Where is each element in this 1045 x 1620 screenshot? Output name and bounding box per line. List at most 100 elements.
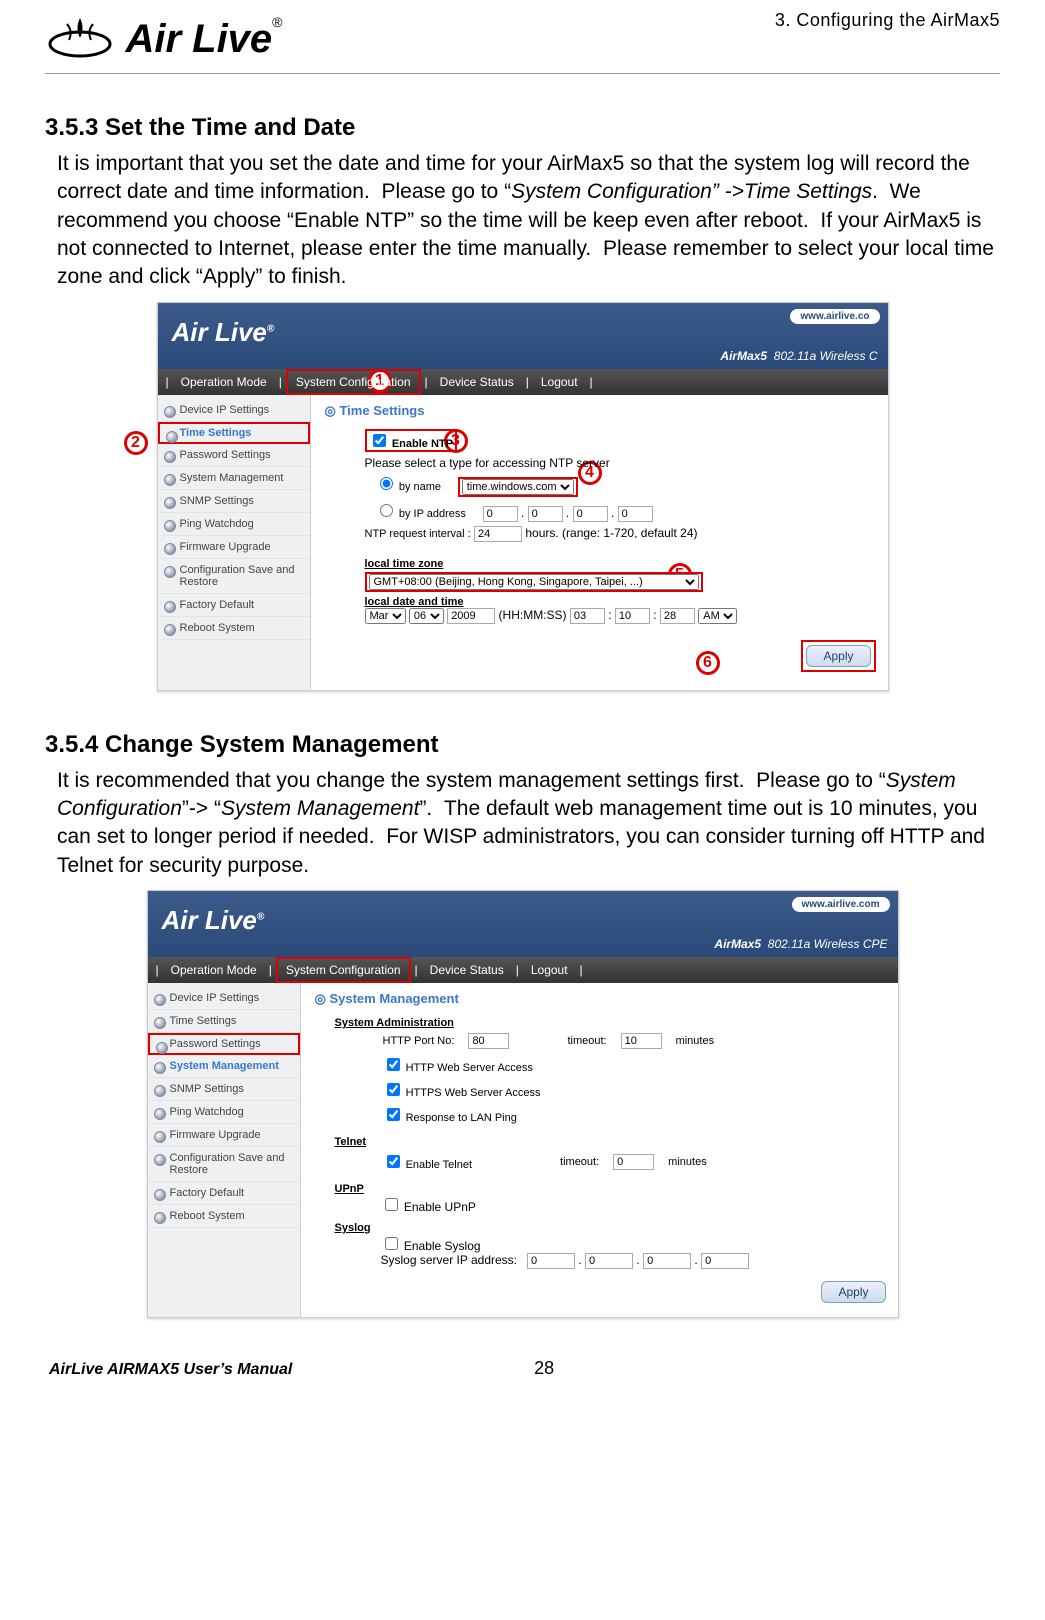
section-2-body: It is recommended that you change the sy… — [45, 767, 1000, 880]
lbl-by-ip: by IP address — [399, 508, 466, 520]
nav2-logout[interactable]: Logout — [523, 959, 576, 981]
ss1-logo: Air Live® — [172, 317, 275, 348]
sel-tz[interactable]: GMT+08:00 (Beijing, Hong Kong, Singapore… — [369, 574, 699, 590]
interval-note: hours. (range: 1-720, default 24) — [525, 526, 697, 540]
in-telnet-to[interactable] — [613, 1154, 654, 1170]
s2-save[interactable]: Configuration Save and Restore — [148, 1147, 300, 1182]
h-syslog: Syslog — [335, 1222, 886, 1234]
screenshot-time-settings: 1 2 3 4 5 6 www.airlive.co Air Live® Air… — [157, 302, 889, 691]
ip-3[interactable] — [573, 506, 608, 522]
nav2-op-mode[interactable]: Operation Mode — [163, 959, 265, 981]
sel-day[interactable]: 06 — [409, 608, 444, 624]
cb-telnet[interactable] — [387, 1155, 400, 1168]
nav-dev-status[interactable]: Device Status — [432, 371, 522, 393]
ss2-sidebar: Device IP Settings Time Settings Passwor… — [148, 983, 301, 1317]
cb-http[interactable] — [387, 1058, 400, 1071]
ss2-header: www.airlive.com Air Live® AirMax5 802.11… — [148, 891, 898, 957]
section-title-1: 3.5.3 Set the Time and Date — [45, 114, 1000, 142]
in-http-port[interactable] — [468, 1033, 509, 1049]
in-hh[interactable] — [570, 608, 605, 624]
s2-factory[interactable]: Factory Default — [148, 1182, 300, 1205]
ss1-sidebar: Device IP Settings Time Settings Passwor… — [158, 395, 311, 690]
lbl-enable-ntp: Enable NTP — [392, 438, 453, 450]
l-min: minutes — [670, 1031, 721, 1051]
s2-reboot[interactable]: Reboot System — [148, 1205, 300, 1228]
footer-left: AirLive AIRMAX5 User’s Manual — [49, 1361, 292, 1379]
divider — [45, 73, 1000, 74]
cb-upnp[interactable] — [385, 1198, 398, 1211]
ss2-main: ◎ System Management System Administratio… — [301, 983, 898, 1317]
in-interval[interactable] — [474, 526, 522, 542]
chapter-label: 3. Configuring the AirMax5 — [775, 10, 1000, 31]
in-year[interactable] — [447, 608, 495, 624]
s2-ping[interactable]: Ping Watchdog — [148, 1101, 300, 1124]
ntp-note: Please select a type for accessing NTP s… — [365, 456, 876, 470]
ss2-logo: Air Live® — [162, 905, 265, 936]
sy-ip2[interactable] — [585, 1253, 633, 1269]
in-timeout[interactable] — [621, 1033, 662, 1049]
s2-sysmgmt[interactable]: System Management — [148, 1055, 300, 1078]
h-telnet: Telnet — [335, 1136, 886, 1148]
nav-logout[interactable]: Logout — [533, 371, 586, 393]
h-admin: System Administration — [335, 1017, 886, 1029]
page-footer: AirLive AIRMAX5 User’s Manual 28 — [45, 1358, 1000, 1379]
side-sysmgmt[interactable]: System Management — [158, 467, 310, 490]
callout-2: 2 — [124, 431, 148, 455]
ss1-main: ◎ Time Settings Enable NTP Please select… — [311, 395, 888, 690]
side-pwd[interactable]: Password Settings — [158, 444, 310, 467]
nav2-dev-status[interactable]: Device Status — [422, 959, 512, 981]
s2-ip[interactable]: Device IP Settings — [148, 987, 300, 1010]
sel-ampm[interactable]: AM — [698, 608, 737, 624]
lbl-hhmmss: (HH:MM:SS) — [499, 608, 567, 622]
nav-op-mode[interactable]: Operation Mode — [173, 371, 275, 393]
h-upnp: UPnP — [335, 1183, 886, 1195]
screenshot-sys-mgmt: www.airlive.com Air Live® AirMax5 802.11… — [147, 890, 899, 1318]
cb-ping[interactable] — [387, 1108, 400, 1121]
lbl-dt: local date and time — [365, 596, 876, 608]
cb-https[interactable] — [387, 1083, 400, 1096]
ss2-nav: |Operation Mode |System Configuration |D… — [148, 957, 898, 983]
lbl-tz: local time zone — [365, 558, 876, 570]
sy-ip3[interactable] — [643, 1253, 691, 1269]
l-http-port: HTTP Port No: — [377, 1031, 461, 1051]
side-time[interactable]: Time Settings — [158, 422, 310, 444]
side-ping[interactable]: Ping Watchdog — [158, 513, 310, 536]
l-timeout: timeout: — [561, 1031, 612, 1051]
sy-ip1[interactable] — [527, 1253, 575, 1269]
cb-syslog[interactable] — [385, 1237, 398, 1250]
sy-ip4[interactable] — [701, 1253, 749, 1269]
btn-apply-2[interactable]: Apply — [821, 1281, 885, 1303]
chk-enable-ntp[interactable] — [373, 434, 386, 447]
l-syslog-ip: Syslog server IP address: — [381, 1253, 518, 1267]
side-fw[interactable]: Firmware Upgrade — [158, 536, 310, 559]
side-save[interactable]: Configuration Save and Restore — [158, 559, 310, 594]
btn-apply-1[interactable]: Apply — [806, 645, 870, 667]
ip-1[interactable] — [483, 506, 518, 522]
ss1-header: www.airlive.co Air Live® AirMax5 802.11a… — [158, 303, 888, 369]
ip-2[interactable] — [528, 506, 563, 522]
side-snmp[interactable]: SNMP Settings — [158, 490, 310, 513]
s2-pwd[interactable]: Password Settings — [148, 1033, 300, 1055]
lbl-by-name: by name — [399, 481, 441, 493]
section-1-body: It is important that you set the date an… — [45, 150, 1000, 292]
s2-fw[interactable]: Firmware Upgrade — [148, 1124, 300, 1147]
radio-by-name[interactable] — [380, 477, 393, 490]
s2-snmp[interactable]: SNMP Settings — [148, 1078, 300, 1101]
sel-mon[interactable]: Mar — [365, 608, 406, 624]
lbl-interval: NTP request interval : — [365, 528, 471, 540]
in-ss[interactable] — [660, 608, 695, 624]
ip-4[interactable] — [618, 506, 653, 522]
ss2-url: www.airlive.com — [792, 897, 890, 912]
in-mm[interactable] — [615, 608, 650, 624]
side-reboot[interactable]: Reboot System — [158, 617, 310, 640]
s2-time[interactable]: Time Settings — [148, 1010, 300, 1033]
nav-sys-config[interactable]: System Configuration — [286, 369, 421, 395]
nav2-sys-config[interactable]: System Configuration — [276, 957, 411, 983]
radio-by-ip[interactable] — [380, 504, 393, 517]
side-ip[interactable]: Device IP Settings — [158, 399, 310, 422]
page-number: 28 — [534, 1358, 554, 1379]
side-factory[interactable]: Factory Default — [158, 594, 310, 617]
ss1-url: www.airlive.co — [790, 309, 879, 324]
section-title-2: 3.5.4 Change System Management — [45, 731, 1000, 759]
sel-ntp-server[interactable]: time.windows.com — [462, 479, 574, 495]
